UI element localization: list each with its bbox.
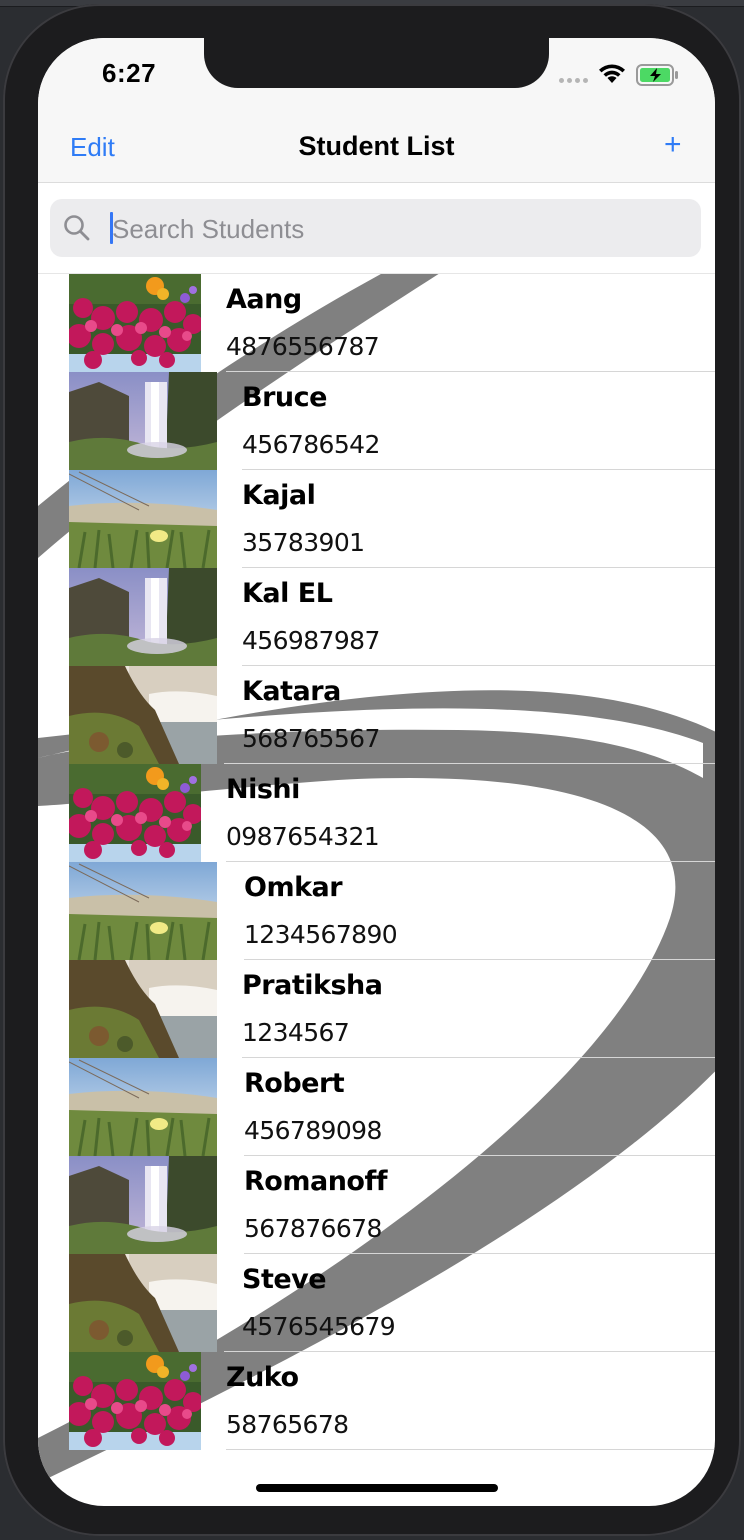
device-notch bbox=[204, 38, 549, 88]
student-photo bbox=[69, 274, 201, 372]
wifi-icon bbox=[599, 64, 625, 83]
student-name: Bruce bbox=[242, 382, 327, 413]
student-phone: 58765678 bbox=[226, 1410, 349, 1439]
page-title: Student List bbox=[298, 131, 455, 161]
student-row[interactable]: Pratiksha 1234567 bbox=[38, 960, 715, 1058]
student-row[interactable]: Kal EL 456987987 bbox=[38, 568, 715, 666]
student-phone: 456786542 bbox=[242, 430, 380, 459]
student-phone: 568765567 bbox=[242, 724, 380, 753]
student-phone: 1234567 bbox=[242, 1018, 350, 1047]
cellular-signal-icon bbox=[559, 78, 588, 83]
student-name: Aang bbox=[226, 284, 302, 315]
student-name: Omkar bbox=[244, 872, 343, 903]
student-name: Steve bbox=[242, 1264, 327, 1295]
home-indicator[interactable] bbox=[256, 1484, 498, 1492]
search-bar bbox=[38, 183, 715, 274]
student-row[interactable]: Aang 4876556787 bbox=[38, 274, 715, 372]
student-row[interactable]: Romanoff 567876678 bbox=[38, 1156, 715, 1254]
edit-button[interactable]: Edit bbox=[70, 132, 115, 163]
search-input[interactable] bbox=[110, 207, 674, 251]
student-photo bbox=[69, 1156, 217, 1254]
app-screen: 6:27 Student List Edit + Search Students… bbox=[38, 38, 715, 1506]
student-name: Pratiksha bbox=[242, 970, 383, 1001]
student-row[interactable]: Steve 4576545679 bbox=[38, 1254, 715, 1352]
student-name: Kal EL bbox=[242, 578, 333, 609]
search-field[interactable] bbox=[50, 199, 701, 257]
student-row[interactable]: Katara 568765567 bbox=[38, 666, 715, 764]
student-row[interactable]: Kajal 35783901 bbox=[38, 470, 715, 568]
student-phone: 456789098 bbox=[244, 1116, 382, 1145]
text-cursor bbox=[110, 212, 113, 244]
student-phone: 4576545679 bbox=[242, 1312, 396, 1341]
row-separator bbox=[226, 1449, 715, 1450]
student-name: Romanoff bbox=[244, 1166, 387, 1197]
student-phone: 1234567890 bbox=[244, 920, 398, 949]
student-name: Katara bbox=[242, 676, 341, 707]
student-list[interactable]: Aang 4876556787 Bruce 456786542 Kajal 35… bbox=[38, 274, 715, 1450]
student-photo bbox=[69, 1352, 201, 1450]
student-row[interactable]: Omkar 1234567890 bbox=[38, 862, 715, 960]
iphone-device-frame: 6:27 Student List Edit + Search Students… bbox=[3, 4, 741, 1536]
student-photo bbox=[69, 862, 217, 960]
student-name: Kajal bbox=[242, 480, 316, 511]
student-photo bbox=[69, 1058, 217, 1156]
student-phone: 4876556787 bbox=[226, 332, 380, 361]
student-phone: 0987654321 bbox=[226, 822, 380, 851]
student-photo bbox=[69, 372, 217, 470]
student-phone: 567876678 bbox=[244, 1214, 382, 1243]
student-phone: 456987987 bbox=[242, 626, 380, 655]
add-student-button[interactable]: + bbox=[664, 128, 682, 162]
student-photo bbox=[69, 568, 217, 666]
student-photo bbox=[69, 1254, 217, 1352]
student-photo bbox=[69, 960, 217, 1058]
student-photo bbox=[69, 666, 217, 764]
search-icon bbox=[64, 215, 90, 241]
student-phone: 35783901 bbox=[242, 528, 365, 557]
battery-charging-icon bbox=[636, 64, 678, 86]
student-photo bbox=[69, 470, 217, 568]
student-name: Robert bbox=[244, 1068, 345, 1099]
student-row[interactable]: Nishi 0987654321 bbox=[38, 764, 715, 862]
navigation-bar: Student List Edit + bbox=[38, 118, 715, 183]
student-name: Zuko bbox=[226, 1362, 299, 1393]
student-row[interactable]: Robert 456789098 bbox=[38, 1058, 715, 1156]
student-photo bbox=[69, 764, 201, 862]
student-row[interactable]: Zuko 58765678 bbox=[38, 1352, 715, 1450]
student-row[interactable]: Bruce 456786542 bbox=[38, 372, 715, 470]
status-time: 6:27 bbox=[102, 58, 157, 88]
student-name: Nishi bbox=[226, 774, 300, 805]
